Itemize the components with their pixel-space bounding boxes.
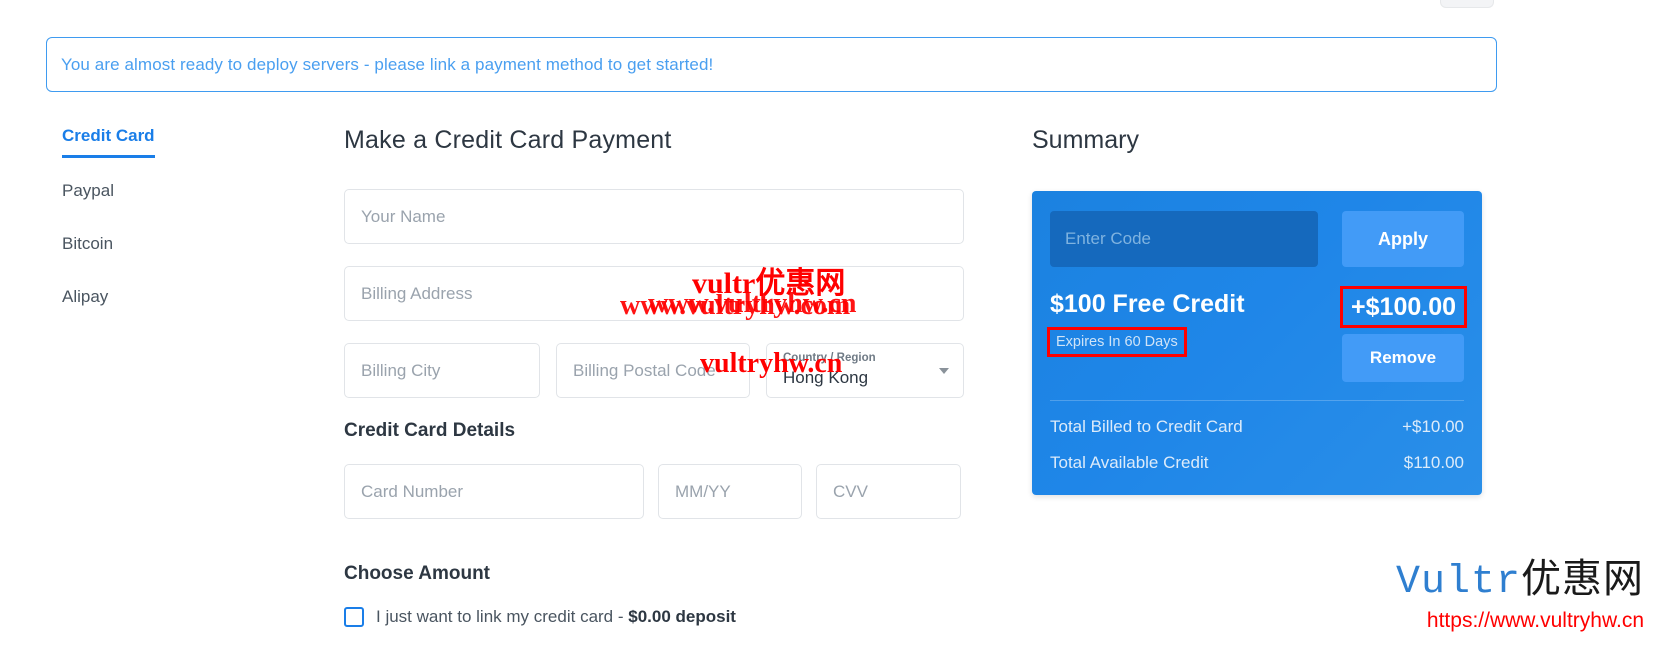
card-expiry-field[interactable]: MM/YY	[658, 464, 802, 519]
free-credit-info: $100 Free Credit Expires In 60 Days	[1047, 289, 1245, 357]
sidebar-item-bitcoin[interactable]: Bitcoin	[62, 234, 113, 264]
card-number-placeholder: Card Number	[361, 481, 464, 501]
brand-name-en: Vultr	[1395, 560, 1521, 605]
country-region-value: Hong Kong	[783, 368, 869, 387]
name-placeholder: Your Name	[361, 206, 446, 226]
total-available-value: $110.00	[1403, 453, 1464, 472]
payment-form: Make a Credit Card Payment Your Name Bil…	[344, 126, 964, 627]
billing-postal-field[interactable]: Billing Postal Code	[556, 343, 750, 398]
card-cvv-placeholder: CVV	[833, 481, 868, 501]
card-number-field[interactable]: Card Number	[344, 464, 644, 519]
page-root: You are almost ready to deploy servers -…	[0, 0, 1662, 662]
page-title: Make a Credit Card Payment	[344, 126, 672, 154]
payment-method-sidebar: Credit Card Paypal Bitcoin Alipay	[62, 126, 292, 340]
free-credit-name: $100 Free Credit	[1050, 290, 1245, 318]
payment-method-alert: You are almost ready to deploy servers -…	[46, 37, 1497, 92]
alert-message: You are almost ready to deploy servers -…	[61, 54, 714, 74]
total-billed-label: Total Billed to Credit Card	[1050, 417, 1243, 436]
apply-button[interactable]: Apply	[1342, 211, 1464, 267]
link-card-only-row[interactable]: I just want to link my credit card - $0.…	[344, 607, 964, 627]
name-field[interactable]: Your Name	[344, 189, 964, 244]
brand-watermark: Vultr优惠网 https://www.vultryhw.cn	[1396, 546, 1644, 633]
billing-city-field[interactable]: Billing City	[344, 343, 540, 398]
country-region-select[interactable]: Country / Region Hong Kong	[766, 343, 964, 398]
card-cvv-field[interactable]: CVV	[816, 464, 961, 519]
brand-name: Vultr优惠网	[1396, 546, 1644, 605]
billing-address-placeholder: Billing Address	[361, 283, 473, 303]
promo-code-placeholder: Enter Code	[1065, 229, 1151, 248]
billing-location-row: Billing City Billing Postal Code Country…	[344, 343, 964, 398]
total-available-row: Total Available Credit $110.00	[1050, 437, 1464, 473]
link-card-only-label: I just want to link my credit card - $0.…	[376, 607, 736, 627]
billing-address-field[interactable]: Billing Address	[344, 266, 964, 321]
chevron-down-icon	[939, 367, 949, 374]
link-card-only-amount: $0.00 deposit	[628, 607, 736, 626]
country-region-label: Country / Region	[783, 352, 876, 364]
remove-credit-button[interactable]: Remove	[1342, 334, 1464, 382]
free-credit-block: $100 Free Credit Expires In 60 Days +$10…	[1047, 286, 1467, 382]
free-credit-amount: +$100.00	[1340, 286, 1467, 328]
summary-card: Enter Code Apply $100 Free Credit Expire…	[1032, 191, 1482, 495]
brand-url: https://www.vultryhw.cn	[1426, 609, 1644, 632]
sidebar-item-credit-card[interactable]: Credit Card	[62, 126, 155, 158]
free-credit-amount-block: +$100.00 Remove	[1340, 286, 1467, 382]
link-card-only-text: I just want to link my credit card -	[376, 607, 629, 626]
choose-amount-heading: Choose Amount	[344, 563, 491, 584]
total-billed-value: +$10.00	[1402, 417, 1464, 436]
free-credit-expiry: Expires In 60 Days	[1047, 327, 1187, 357]
sidebar-item-alipay[interactable]: Alipay	[62, 287, 108, 317]
choose-amount-section: Choose Amount I just want to link my cre…	[344, 563, 964, 627]
promo-code-row: Enter Code Apply	[1050, 211, 1464, 267]
card-expiry-placeholder: MM/YY	[675, 481, 731, 501]
promo-code-input[interactable]: Enter Code	[1050, 211, 1318, 267]
billing-postal-placeholder: Billing Postal Code	[573, 360, 716, 380]
billing-city-placeholder: Billing City	[361, 360, 441, 380]
link-card-only-checkbox[interactable]	[344, 607, 364, 627]
sidebar-item-paypal[interactable]: Paypal	[62, 181, 114, 211]
summary-panel: Summary Enter Code Apply $100 Free Credi…	[1032, 126, 1482, 495]
credit-card-fields-row: Card Number MM/YY CVV	[344, 464, 964, 541]
total-billed-row: Total Billed to Credit Card +$10.00	[1050, 401, 1464, 437]
summary-title: Summary	[1032, 126, 1139, 154]
credit-card-details-heading: Credit Card Details	[344, 420, 516, 441]
brand-name-cn: 优惠网	[1521, 556, 1644, 601]
total-available-label: Total Available Credit	[1050, 453, 1209, 472]
top-toolbar-sliver	[1440, 0, 1494, 8]
